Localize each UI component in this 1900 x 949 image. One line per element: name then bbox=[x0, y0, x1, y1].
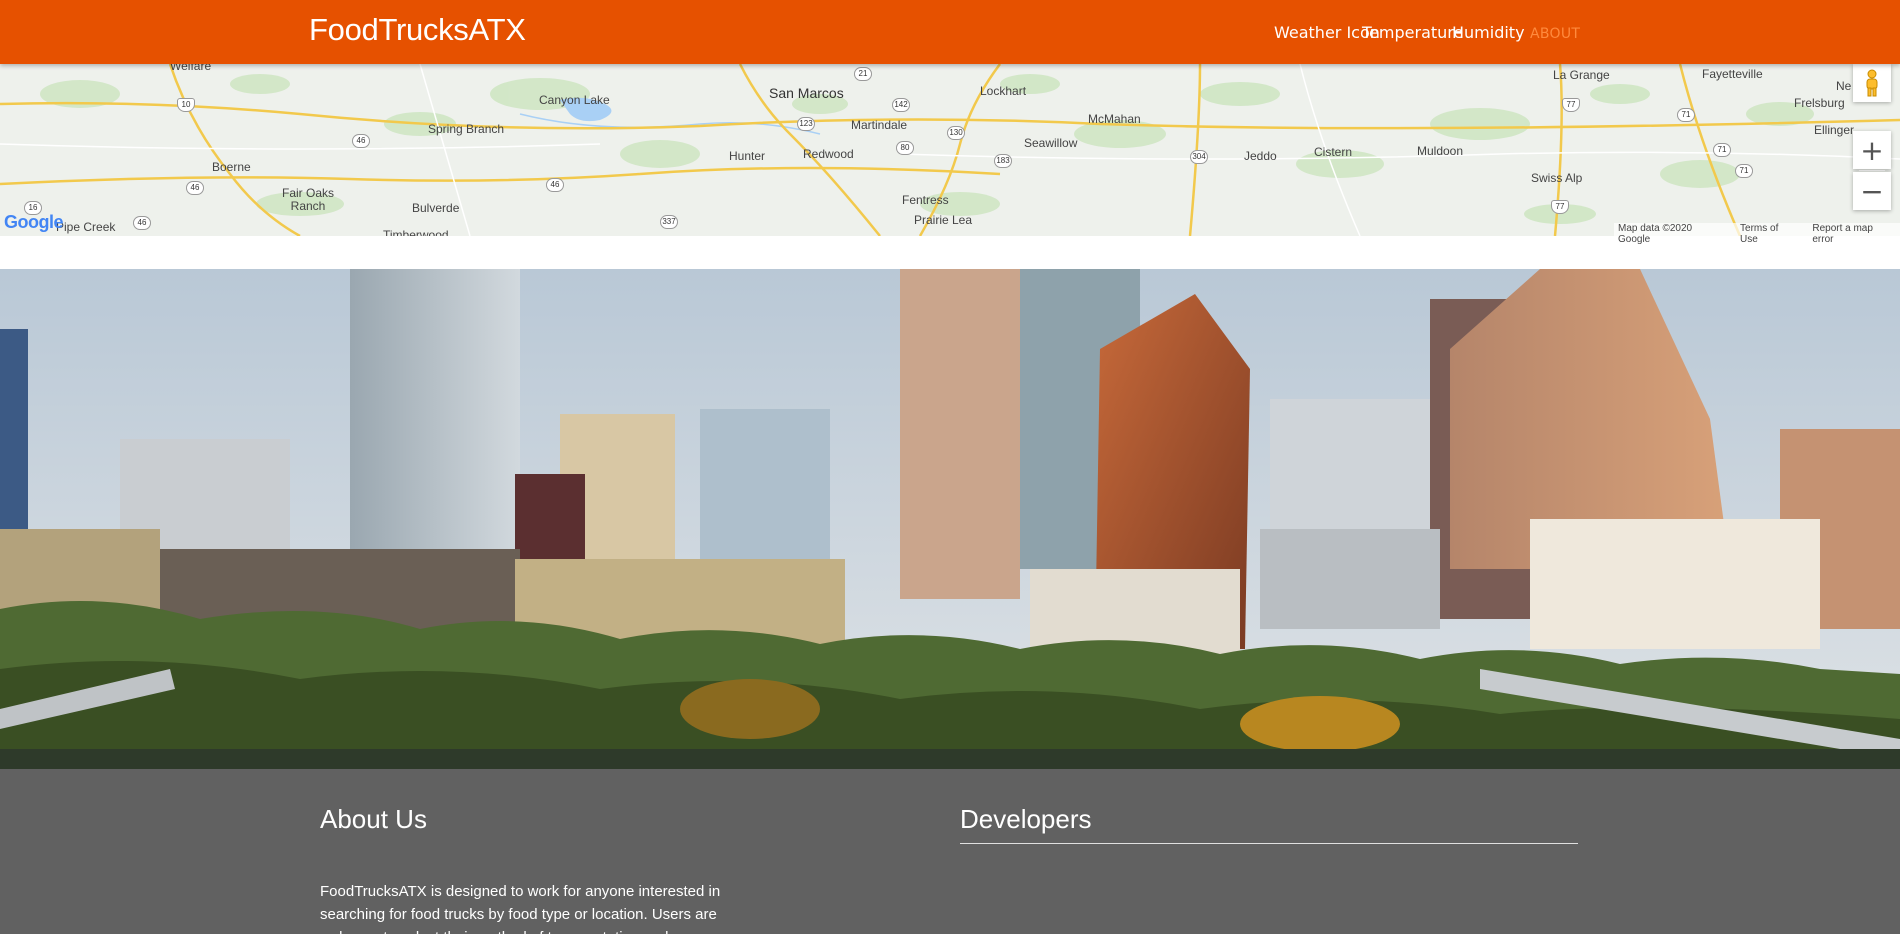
map-place-label: Canyon Lake bbox=[539, 93, 610, 107]
brand-logo-text[interactable]: FoodTrucksATX bbox=[309, 12, 526, 48]
highway-shield: 46 bbox=[186, 181, 204, 195]
highway-shield: 80 bbox=[896, 141, 914, 155]
map-place-label: Cistern bbox=[1314, 145, 1353, 159]
map-place-label: Muldoon bbox=[1417, 144, 1464, 158]
highway-shield: 46 bbox=[546, 178, 564, 192]
google-logo: Google bbox=[4, 212, 64, 232]
map-zoom-out-button[interactable]: − bbox=[1853, 172, 1891, 210]
skyline-illustration bbox=[0, 269, 1900, 769]
map-place-label: Welfare bbox=[170, 64, 212, 73]
highway-shield: 123 bbox=[797, 117, 815, 131]
top-navbar: FoodTrucksATX bbox=[0, 0, 1900, 64]
map-place-label: Spring Branch bbox=[428, 122, 505, 136]
street-view-pegman-control[interactable] bbox=[1853, 64, 1891, 102]
highway-shield: 71 bbox=[1735, 164, 1753, 178]
pegman-icon bbox=[1866, 69, 1878, 97]
map-zoom-in-button[interactable]: + bbox=[1853, 131, 1891, 169]
map-place-label: Ellinger bbox=[1814, 123, 1855, 137]
map-data-attribution: Map data ©2020 Google bbox=[1618, 223, 1693, 245]
highway-shield: 183 bbox=[994, 154, 1012, 168]
highway-shield: 337 bbox=[660, 215, 678, 229]
map-place-label: Lockhart bbox=[980, 84, 1027, 98]
map-place-label: Ne bbox=[1836, 79, 1852, 93]
map-place-label: Fair Oaks Ranch bbox=[281, 186, 334, 213]
highway-shield: 10 bbox=[177, 98, 195, 112]
map-place-label: Bulverde bbox=[412, 201, 460, 215]
map-place-label: Redwood bbox=[803, 147, 854, 161]
terms-of-use-link[interactable]: Terms of Use bbox=[1740, 223, 1798, 245]
map-place-label: Frelsburg bbox=[1794, 96, 1845, 110]
temperature-readout: Temperature bbox=[1362, 23, 1464, 42]
map-attribution-bar: Map data ©2020 Google Terms of Use Repor… bbox=[1614, 223, 1900, 245]
map-place-label: Hunter bbox=[729, 149, 766, 163]
map-place-label: Timberwood bbox=[383, 228, 449, 236]
site-footer bbox=[0, 769, 1900, 934]
humidity-readout: Humidity bbox=[1452, 23, 1525, 42]
map-place-label: Prairie Lea bbox=[914, 213, 973, 227]
highway-shield: 77 bbox=[1562, 98, 1580, 112]
nav-about-link[interactable]: ABOUT bbox=[1530, 26, 1580, 42]
highway-shield: 21 bbox=[854, 67, 872, 81]
map-place-label: Seawillow bbox=[1024, 136, 1078, 150]
developers-divider bbox=[960, 843, 1578, 844]
map-place-label: Swiss Alp bbox=[1531, 171, 1583, 185]
zoom-divider bbox=[1859, 170, 1885, 171]
map-place-label: Jeddo bbox=[1244, 149, 1277, 163]
map-place-label: McMahan bbox=[1088, 112, 1141, 126]
about-us-description: FoodTrucksATX is designed to work for an… bbox=[320, 883, 721, 946]
map-place-label: Martindale bbox=[851, 118, 908, 132]
report-map-error-link[interactable]: Report a map error bbox=[1812, 223, 1896, 245]
highway-shield: 46 bbox=[133, 216, 151, 230]
map-view[interactable]: Welfare Canyon Lake San Marcos Lockhart … bbox=[0, 64, 1900, 236]
highway-shield: 130 bbox=[947, 126, 965, 140]
developers-heading: Developers bbox=[960, 804, 1092, 834]
highway-shield: 142 bbox=[892, 98, 910, 112]
map-place-label: Fentress bbox=[902, 193, 949, 207]
hero-skyline-image bbox=[0, 269, 1900, 769]
map-place-label: Fayetteville bbox=[1702, 67, 1763, 81]
map-place-label: Pipe Creek bbox=[56, 220, 116, 234]
map-place-label: San Marcos bbox=[769, 85, 844, 101]
highway-shield: 46 bbox=[352, 134, 370, 148]
map-place-label: Boerne bbox=[212, 160, 251, 174]
highway-shield: 304 bbox=[1190, 150, 1208, 164]
highway-shield: 71 bbox=[1713, 143, 1731, 157]
highway-shield: 77 bbox=[1551, 200, 1569, 214]
highway-shield: 71 bbox=[1677, 108, 1695, 122]
about-us-heading: About Us bbox=[320, 804, 427, 834]
map-place-label: La Grange bbox=[1553, 68, 1610, 82]
